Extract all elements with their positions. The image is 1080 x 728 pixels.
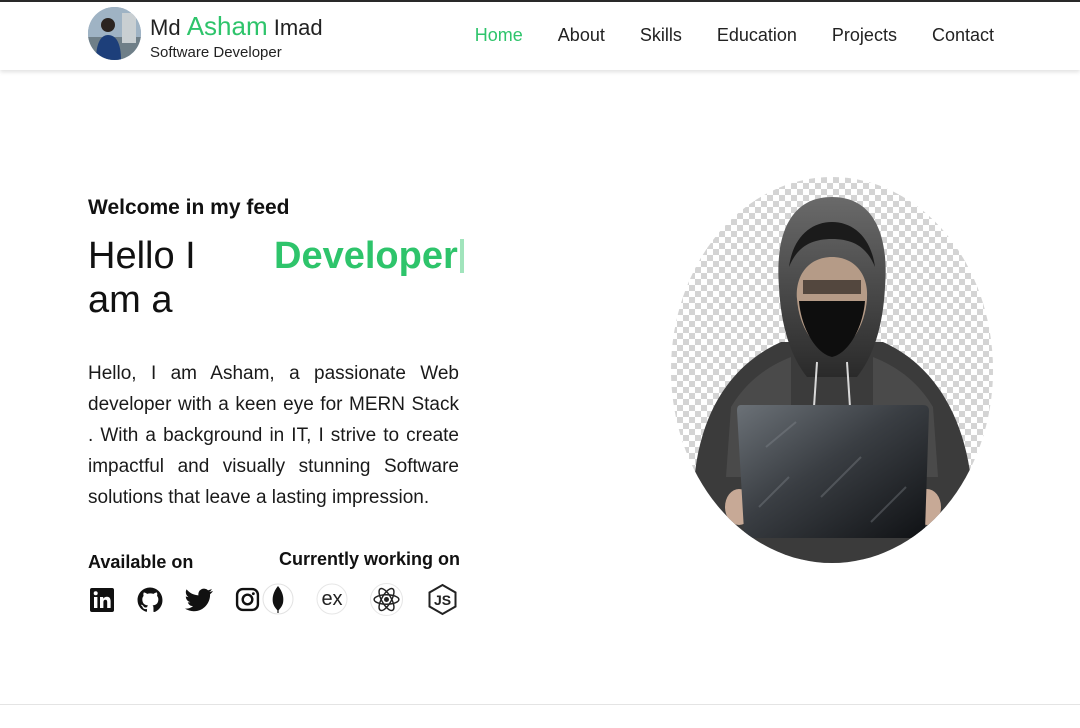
nodejs-icon: JS [428,583,457,616]
welcome-heading: Welcome in my feed [88,196,290,219]
section-divider [0,704,1080,705]
twitter-icon[interactable] [185,588,213,612]
navbar: Md Asham Imad Software Developer Home Ab… [0,2,1080,70]
avatar[interactable] [88,7,141,60]
brand-last: Imad [273,15,323,40]
typing-caret [459,239,464,273]
available-label: Available on [88,552,194,572]
nav-projects[interactable]: Projects [832,25,897,46]
intro-paragraph: Hello, I am Asham, a passionate Web deve… [88,363,459,508]
brand-accent: Asham [186,11,268,41]
react-icon [370,583,403,616]
brand-subtitle: Software Developer [150,44,282,61]
nav-about[interactable]: About [558,25,605,46]
hero-greeting: Hello I am a [88,235,196,321]
nav-education[interactable]: Education [717,25,797,46]
nav-home[interactable]: Home [475,25,523,46]
svg-text:JS: JS [434,592,451,608]
github-icon[interactable] [137,587,163,613]
typed-role-text: Developer [274,235,458,277]
hero-illustration [671,177,993,563]
svg-text:ex: ex [321,588,342,610]
brand-name[interactable]: Md Asham Imad [150,11,323,42]
brand-first: Md [150,15,181,40]
express-icon: ex [316,583,348,615]
mongodb-icon [262,583,294,615]
typed-role: Developer [274,234,464,278]
working-label: Currently working on [279,549,461,569]
nav-contact[interactable]: Contact [932,25,994,46]
nav-skills[interactable]: Skills [640,25,682,46]
main-nav: Home About Skills Education Projects Con… [475,25,994,46]
linkedin-icon[interactable] [89,587,115,613]
instagram-icon[interactable] [235,587,260,612]
